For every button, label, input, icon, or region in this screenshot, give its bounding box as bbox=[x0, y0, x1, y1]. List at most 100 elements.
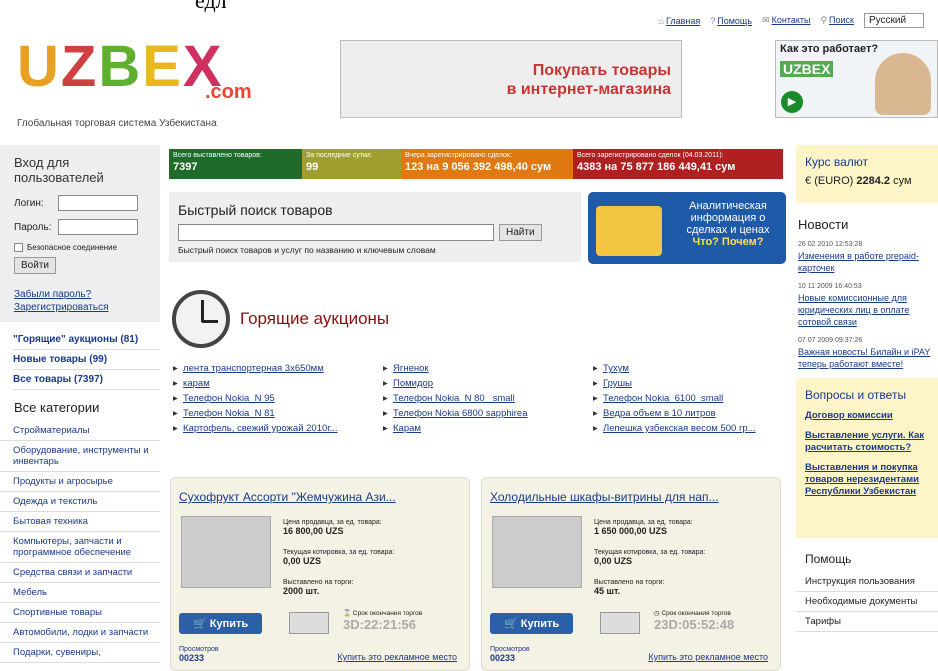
coins-chart-icon bbox=[596, 206, 662, 256]
product-image[interactable] bbox=[181, 516, 271, 588]
views-counter: Просмотров 00233 bbox=[179, 646, 219, 663]
category-item[interactable]: Бытовая техника bbox=[0, 512, 160, 532]
secure-checkbox[interactable] bbox=[14, 243, 23, 252]
category-item[interactable]: Мебель bbox=[0, 583, 160, 603]
logo-domain: .com bbox=[205, 81, 252, 103]
auction-link[interactable]: Телефон Nokia 6800 sapphirea bbox=[383, 408, 593, 419]
auction-link[interactable]: Помидор bbox=[383, 378, 593, 389]
hot-auctions-list: лента транспортерная 3х650мм Ягненок Тух… bbox=[173, 363, 793, 434]
category-item[interactable]: Компьютеры, запчасти и программное обесп… bbox=[0, 532, 160, 563]
faq-link[interactable]: Выставление услуги. Как расчитать стоимо… bbox=[805, 430, 938, 454]
stat-all: Всего зарегистрировано сделок (04.03.201… bbox=[573, 149, 783, 179]
auction-link[interactable]: Ведра объем в 10 литров bbox=[593, 408, 793, 419]
how-it-works-banner[interactable]: Как это работает? UZBEX ▶ bbox=[775, 40, 938, 118]
play-icon[interactable]: ▶ bbox=[781, 91, 803, 113]
buy-ad-space-link[interactable]: Купить это рекламное место bbox=[648, 652, 768, 662]
auction-link[interactable]: карам bbox=[173, 378, 383, 389]
auction-link[interactable]: Телефон Nokia_N 80 _small bbox=[383, 393, 593, 404]
product-title[interactable]: Холодильные шкафы-витрины для нап... bbox=[490, 490, 772, 504]
category-item[interactable]: Одежда и текстиль bbox=[0, 492, 160, 512]
login-title: Вход для пользователей bbox=[14, 155, 104, 185]
analytics-banner[interactable]: Аналитическая информация о сделках и цен… bbox=[588, 192, 786, 264]
top-links: ⌂ Главная ? Помощь ✉ Контакты ⚲ Поиск Русски… bbox=[659, 13, 924, 28]
right-sidebar: Курс валют € (EURO) 2284.2 сум Новости 2… bbox=[796, 145, 938, 632]
category-item[interactable]: Стройматериалы bbox=[0, 421, 160, 441]
site-logo[interactable]: UZBEX .com Глобальная торговая система У… bbox=[17, 38, 257, 133]
buy-button[interactable]: 🛒 Купить bbox=[490, 613, 574, 634]
buy-ad-space-link[interactable]: Купить это рекламное место bbox=[337, 652, 457, 662]
product-info: Цена продавца, за ед. товара: 1 650 000,0… bbox=[594, 519, 706, 596]
person-image bbox=[875, 53, 931, 115]
all-goods-link[interactable]: Все товары (7397) bbox=[13, 370, 160, 390]
shop-banner[interactable]: Покупать товары в интернет-магазина bbox=[340, 40, 682, 118]
auction-link[interactable]: Телефон Nokia_N 81 bbox=[173, 408, 383, 419]
auction-link[interactable]: Телефон Nokia_N 95 bbox=[173, 393, 383, 404]
auction-timer: ◷ Срок окончания торгов 23D:05:52:48 bbox=[654, 610, 735, 632]
hourglass-icon: ⌛ bbox=[343, 610, 353, 617]
stats-bar: Всего выставлено товаров: 7397 За последн… bbox=[169, 149, 783, 179]
search-input[interactable] bbox=[178, 224, 494, 241]
auction-link[interactable]: Тухум bbox=[593, 363, 793, 374]
category-item[interactable]: Оборудование, инструменты и инвентарь bbox=[0, 441, 160, 472]
product-title[interactable]: Сухофрукт Ассорти "Жемчужина Ази... bbox=[179, 490, 461, 504]
quick-links: "Горящие" аукционы (81) Новые товары (99… bbox=[0, 322, 160, 390]
header-title-fragment: едл bbox=[195, 0, 227, 13]
categories-title: Все категории bbox=[14, 400, 100, 415]
category-item[interactable]: Средства связи и запчасти bbox=[0, 563, 160, 583]
auction-link[interactable]: Грушы bbox=[593, 378, 793, 389]
currency-title: Курс валют bbox=[805, 155, 869, 169]
currency-box: Курс валют € (EURO) 2284.2 сум bbox=[796, 145, 938, 203]
categories: Все категории Стройматериалы Оборудовани… bbox=[0, 390, 160, 663]
auction-link[interactable]: Телефон Nokia_6100_small bbox=[593, 393, 793, 404]
news-title: Новости bbox=[798, 217, 849, 232]
password-label: Пароль: bbox=[14, 221, 52, 233]
faq-link[interactable]: Выставления и покупка товаров нерезидент… bbox=[805, 462, 938, 498]
mini-logo: UZBEX bbox=[780, 61, 834, 77]
news-item: 07 07 2009 09:37:26 Важная новость! Билай… bbox=[798, 337, 931, 369]
search-button[interactable]: Найти bbox=[499, 224, 542, 241]
auction-link[interactable]: лента транспортерная 3х650мм bbox=[173, 363, 383, 374]
faq-link[interactable]: Договор комиссии bbox=[805, 410, 938, 422]
contacts-link[interactable]: Контакты bbox=[772, 15, 811, 25]
register-link[interactable]: Зарегистрироваться bbox=[14, 302, 109, 313]
home-link[interactable]: Главная bbox=[666, 16, 700, 26]
password-input[interactable] bbox=[58, 219, 138, 235]
category-item[interactable]: Автомобили, лодки и запчасти bbox=[0, 623, 160, 643]
search-title: Быстрый поиск товаров bbox=[178, 202, 333, 218]
stat-day: За последние сутки: 99 bbox=[302, 149, 401, 179]
buy-button[interactable]: 🛒 Купить bbox=[179, 613, 263, 634]
help-link[interactable]: Помощь bbox=[717, 16, 752, 26]
euro-icon: € bbox=[805, 175, 812, 187]
product-image[interactable] bbox=[492, 516, 582, 588]
mail-icon: ✉ bbox=[762, 15, 770, 25]
logo-tagline: Глобальная торговая система Узбекистана bbox=[17, 118, 217, 129]
category-item[interactable]: Спортивные товары bbox=[0, 603, 160, 623]
hot-auctions-header: Горящие аукционы bbox=[172, 290, 389, 348]
product-card: Сухофрукт Ассорти "Жемчужина Ази... Цена… bbox=[170, 477, 470, 671]
login-label: Логин: bbox=[14, 197, 44, 209]
search-link[interactable]: Поиск bbox=[829, 15, 854, 25]
hot-auctions-link[interactable]: "Горящие" аукционы (81) bbox=[13, 330, 160, 350]
cart-icon: 🛒 bbox=[193, 618, 210, 630]
forgot-password-link[interactable]: Забыли пароль? bbox=[14, 289, 91, 300]
login-input[interactable] bbox=[58, 195, 138, 211]
cart-icon: 🛒 bbox=[504, 618, 521, 630]
new-goods-link[interactable]: Новые товары (99) bbox=[13, 350, 160, 370]
auction-link[interactable]: Лепешка узбекская весом 500 гр... bbox=[593, 423, 793, 434]
faq-title: Вопросы и ответы bbox=[805, 388, 907, 402]
category-item[interactable]: Продукты и агросырье bbox=[0, 472, 160, 492]
left-sidebar: Вход для пользователей Логин: Пароль: Бе… bbox=[0, 145, 160, 663]
search-hint: Быстрый поиск товаров и услуг по названи… bbox=[178, 245, 436, 255]
language-select[interactable]: Русский bbox=[864, 13, 924, 28]
auction-link[interactable]: Ягненок bbox=[383, 363, 593, 374]
auction-link[interactable]: Картофель, свежий урожай 2010г... bbox=[173, 423, 383, 434]
help-link[interactable]: Необходимые документы bbox=[796, 592, 938, 612]
login-button[interactable]: Войти bbox=[14, 257, 56, 274]
help-link[interactable]: Тарифы bbox=[796, 612, 938, 632]
category-item[interactable]: Подарки, сувениры, bbox=[0, 643, 160, 663]
bidders-icon bbox=[289, 612, 329, 634]
help-link[interactable]: Инструкция пользования bbox=[796, 572, 938, 592]
auction-link[interactable]: Карам bbox=[383, 423, 593, 434]
product-card: Холодильные шкафы-витрины для нап... Цен… bbox=[481, 477, 781, 671]
clock-icon bbox=[172, 290, 230, 348]
